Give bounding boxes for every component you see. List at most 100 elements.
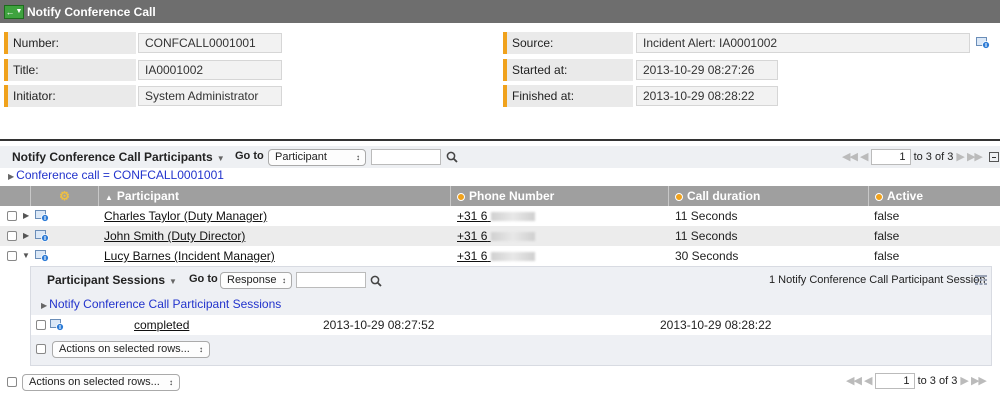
record-preview-icon[interactable] xyxy=(35,210,49,222)
record-preview-icon[interactable] xyxy=(50,319,64,331)
redacted-digits xyxy=(490,252,535,262)
finished-field: 2013-10-29 08:28:22 xyxy=(636,86,778,106)
page-number-input[interactable]: 1 xyxy=(870,149,911,165)
goto-label: Go to xyxy=(235,150,264,162)
last-page-icon[interactable]: ▶▶ xyxy=(967,151,983,163)
select-arrows-icon: ↕ xyxy=(282,276,286,285)
title-label: Title: xyxy=(4,59,136,81)
number-field: CONFCALL0001001 xyxy=(138,33,282,53)
goto-field-select[interactable]: Participant ↕ xyxy=(268,149,366,166)
redacted-digits xyxy=(490,212,535,222)
column-header-duration[interactable]: Call duration xyxy=(668,186,868,206)
initiator-field: System Administrator xyxy=(138,86,282,106)
expand-row-icon[interactable]: ▶ xyxy=(23,211,29,220)
row-checkbox[interactable] xyxy=(36,320,46,330)
last-page-icon[interactable]: ▶▶ xyxy=(971,375,987,387)
participant-link[interactable]: Lucy Barnes (Incident Manager) xyxy=(104,246,275,266)
table-row[interactable]: ▼ Lucy Barnes (Incident Manager) +31 6 3… xyxy=(0,246,1000,266)
active-value: false xyxy=(874,229,900,243)
started-label: Started at: xyxy=(503,59,633,81)
phone-number[interactable]: +31 6 xyxy=(457,246,535,266)
record-preview-icon[interactable] xyxy=(35,230,49,242)
source-label: Source: xyxy=(503,32,633,54)
table-row[interactable]: ▶ Charles Taylor (Duty Manager) +31 6 11… xyxy=(0,206,1000,226)
gear-icon[interactable]: ⚙ xyxy=(59,189,70,203)
goto-field-value: Participant xyxy=(275,151,327,163)
expand-row-icon[interactable]: ▶ xyxy=(23,231,29,240)
select-all-checkbox[interactable] xyxy=(7,377,17,387)
page-number-input[interactable]: 1 xyxy=(874,373,915,389)
nested-goto-select[interactable]: Response ↕ xyxy=(220,272,292,289)
phone-number[interactable]: +31 6 xyxy=(457,206,535,226)
nested-breadcrumb-text[interactable]: Notify Conference Call Participant Sessi… xyxy=(49,297,281,311)
column-label-participant: Participant xyxy=(116,189,179,203)
search-icon[interactable] xyxy=(370,275,382,287)
row-checkbox[interactable] xyxy=(7,251,17,261)
first-page-icon[interactable]: ◀◀ xyxy=(846,375,862,387)
column-header-active[interactable]: Active xyxy=(868,186,1000,206)
nested-list-toolbar: Participant Sessions ▼ Go to Response ↕ 1 … xyxy=(31,267,991,291)
next-page-icon[interactable]: ▶ xyxy=(960,375,969,387)
breadcrumb-text[interactable]: Conference call = CONFCALL0001001 xyxy=(16,168,224,182)
table-row[interactable]: ▶ John Smith (Duty Director) +31 6 11 Se… xyxy=(0,226,1000,246)
previous-page-icon[interactable]: ◀ xyxy=(864,375,873,387)
nested-goto-value: Response xyxy=(227,274,277,286)
page-info: to 3 of 3 xyxy=(913,150,954,163)
reference-lookup-icon[interactable] xyxy=(976,37,990,49)
list-view-icon[interactable] xyxy=(975,275,987,285)
previous-page-icon[interactable]: ◀ xyxy=(860,151,869,163)
participant-link[interactable]: Charles Taylor (Duty Manager) xyxy=(104,206,267,226)
call-duration: 11 Seconds xyxy=(675,229,738,243)
number-label: Number: xyxy=(4,32,136,54)
row-checkbox[interactable] xyxy=(7,211,17,221)
active-value: false xyxy=(874,209,900,223)
table-header: ⚙ ▲ Participant Phone Number Call duratio… xyxy=(0,186,1000,206)
field-dot-icon xyxy=(457,193,465,201)
column-label-phone: Phone Number xyxy=(469,189,555,203)
search-icon[interactable] xyxy=(446,151,458,163)
breadcrumb[interactable]: ▶ Conference call = CONFCALL0001001 xyxy=(8,168,224,182)
column-header-participant[interactable]: ▲ Participant xyxy=(98,186,450,206)
nested-list-title[interactable]: Participant Sessions ▼ xyxy=(47,273,177,287)
context-menu-button[interactable]: ← ▼ xyxy=(4,4,24,19)
pager-top: ◀◀ ◀ 1 to 3 of 3 ▶ ▶▶ xyxy=(842,149,999,165)
call-duration: 11 Seconds xyxy=(675,209,738,223)
collapse-list-icon[interactable] xyxy=(988,152,999,162)
chevron-down-icon: ▼ xyxy=(169,277,177,286)
title-bar: ← ▼ Notify Conference Call xyxy=(0,0,1000,23)
nested-actions-select[interactable]: Actions on selected rows... ↕ xyxy=(52,341,210,358)
goto-search-input[interactable] xyxy=(371,149,441,165)
phone-number[interactable]: +31 6 xyxy=(457,226,535,246)
actions-select[interactable]: Actions on selected rows... ↕ xyxy=(22,374,180,391)
nested-list-title-text: Participant Sessions xyxy=(47,273,166,287)
next-page-icon[interactable]: ▶ xyxy=(956,151,965,163)
breadcrumb-arrow-icon: ▶ xyxy=(8,172,15,181)
session-start: 2013-10-29 08:27:52 xyxy=(323,318,435,332)
session-row[interactable]: completed 2013-10-29 08:27:52 2013-10-29… xyxy=(31,315,991,335)
column-settings-cell[interactable]: ⚙ xyxy=(30,186,98,206)
column-header-phone[interactable]: Phone Number xyxy=(450,186,668,206)
nested-goto-label: Go to xyxy=(189,273,218,285)
source-field: Incident Alert: IA0001002 xyxy=(636,33,970,53)
select-all-checkbox[interactable] xyxy=(36,344,46,354)
started-field: 2013-10-29 08:27:26 xyxy=(636,60,778,80)
nested-search-input[interactable] xyxy=(296,272,366,288)
finished-label: Finished at: xyxy=(503,85,633,107)
row-checkbox[interactable] xyxy=(7,231,17,241)
back-arrow-icon: ← xyxy=(5,6,15,17)
session-status-link[interactable]: completed xyxy=(134,315,189,335)
nested-actions-label: Actions on selected rows... xyxy=(59,343,190,355)
select-arrows-icon: ↕ xyxy=(199,345,203,354)
actions-label: Actions on selected rows... xyxy=(29,376,160,388)
pager-bottom: ◀◀ ◀ 1 to 3 of 3 ▶ ▶▶ xyxy=(846,373,987,389)
field-dot-icon xyxy=(675,193,683,201)
participant-link[interactable]: John Smith (Duty Director) xyxy=(104,226,245,246)
record-preview-icon[interactable] xyxy=(35,250,49,262)
field-dot-icon xyxy=(875,193,883,201)
related-list-toolbar: Notify Conference Call Participants ▼ Go … xyxy=(0,146,1000,168)
nested-breadcrumb[interactable]: ▶ Notify Conference Call Participant Sess… xyxy=(41,297,281,311)
redacted-digits xyxy=(490,232,535,242)
related-list-title[interactable]: Notify Conference Call Participants ▼ xyxy=(12,150,225,164)
first-page-icon[interactable]: ◀◀ xyxy=(842,151,858,163)
collapse-row-icon[interactable]: ▼ xyxy=(22,251,30,260)
